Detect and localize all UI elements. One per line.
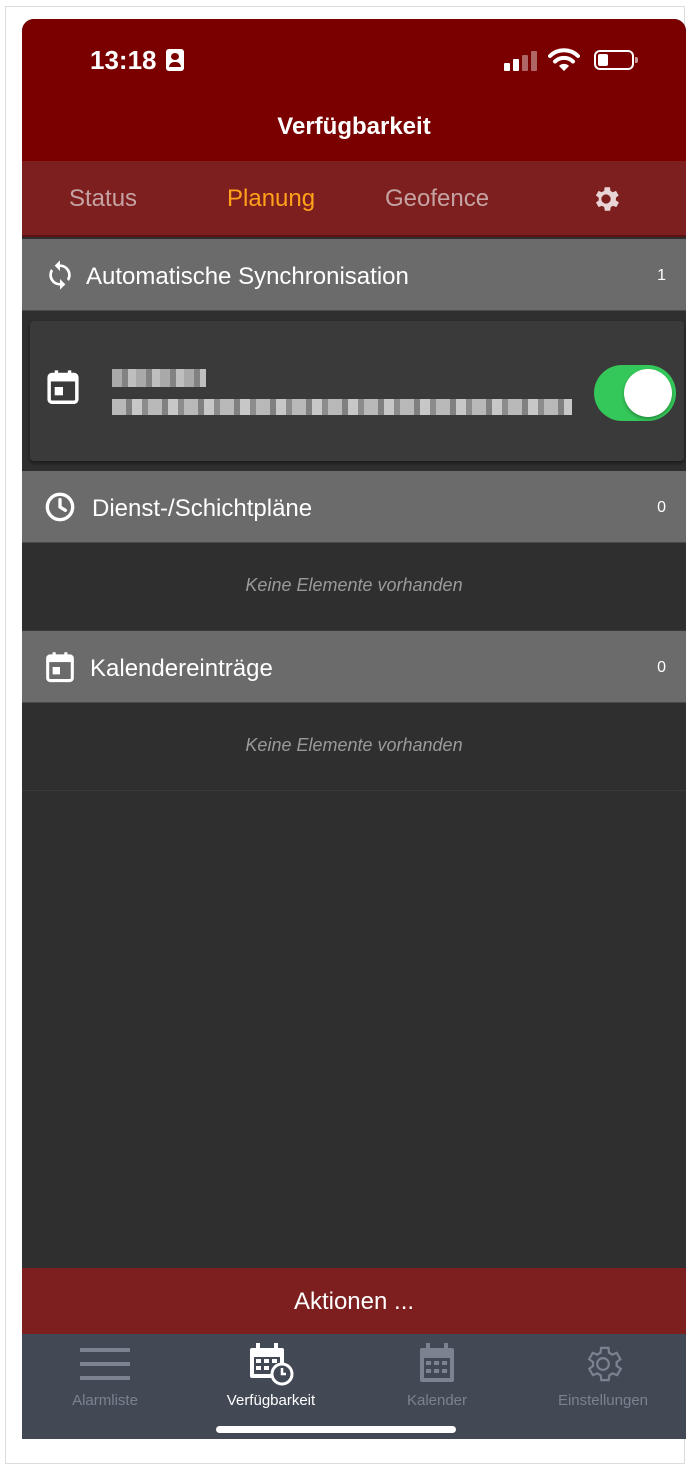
sync-icon: [49, 260, 71, 290]
redacted-calendar-detail: [112, 399, 572, 415]
section-count-shifts: 0: [657, 499, 666, 516]
calendar-clock-icon: [250, 1343, 294, 1386]
settings-gear-icon[interactable]: [590, 183, 622, 215]
section-header-sync[interactable]: Automatische Synchronisation 1: [22, 239, 686, 311]
section-header-shifts[interactable]: Dienst-/Schichtpläne 0: [22, 471, 686, 543]
nav-label: Kalender: [406, 1392, 468, 1409]
battery-icon: [594, 50, 638, 70]
section-title-calendar: Kalendereinträge: [90, 655, 273, 682]
bottom-navigation: Alarmliste Verfügbarkeit Kalender Einste…: [22, 1334, 686, 1439]
wifi-icon: [548, 48, 580, 71]
redacted-calendar-name: [112, 369, 206, 387]
menu-icon: [80, 1348, 130, 1380]
header-bar: 13:18 Verfügbarkeit: [22, 19, 686, 161]
tab-bar: Status Planung Geofence: [22, 161, 686, 237]
section-header-calendar[interactable]: Kalendereinträge 0: [22, 631, 686, 703]
nav-alarmliste[interactable]: Alarmliste: [22, 1334, 188, 1424]
empty-text: Keine Elemente vorhanden: [245, 575, 463, 595]
sync-toggle[interactable]: [594, 365, 676, 421]
tab-status[interactable]: Status: [69, 185, 137, 213]
section-title-sync: Automatische Synchronisation: [86, 263, 409, 290]
shifts-empty-state: Keine Elemente vorhanden: [22, 543, 686, 631]
nav-kalender[interactable]: Kalender: [354, 1334, 520, 1424]
calendar-icon: [46, 652, 74, 683]
actions-label: Aktionen ...: [293, 1288, 415, 1315]
empty-text: Keine Elemente vorhanden: [245, 735, 463, 755]
nav-label: Verfügbarkeit: [226, 1392, 316, 1409]
gear-icon: [587, 1346, 623, 1382]
tab-geofence[interactable]: Geofence: [385, 185, 489, 213]
cellular-signal-icon: [504, 49, 540, 71]
page-title: Verfügbarkeit: [277, 113, 431, 140]
app-screen: 13:18 Verfügbarkeit Status Planung Geofe…: [22, 19, 686, 1439]
section-count-sync: 1: [657, 267, 666, 284]
home-indicator: [216, 1426, 456, 1433]
nav-label: Einstellungen: [557, 1392, 649, 1409]
calendar-icon: [47, 370, 79, 404]
nav-einstellungen[interactable]: Einstellungen: [520, 1334, 686, 1424]
toggle-knob: [624, 369, 672, 417]
tab-planung[interactable]: Planung: [227, 185, 315, 213]
section-count-calendar: 0: [657, 659, 666, 676]
actions-button[interactable]: Aktionen ...: [22, 1268, 686, 1334]
sync-calendar-item[interactable]: [30, 321, 684, 461]
nav-label: Alarmliste: [72, 1392, 138, 1409]
nav-verfuegbarkeit[interactable]: Verfügbarkeit: [188, 1334, 354, 1424]
calendar-empty-state: Keine Elemente vorhanden: [22, 703, 686, 791]
section-title-shifts: Dienst-/Schichtpläne: [92, 495, 313, 522]
clock-icon: [45, 492, 75, 522]
status-time: 13:18: [90, 45, 157, 75]
contact-card-icon: [166, 49, 184, 71]
calendar-icon: [420, 1343, 454, 1382]
